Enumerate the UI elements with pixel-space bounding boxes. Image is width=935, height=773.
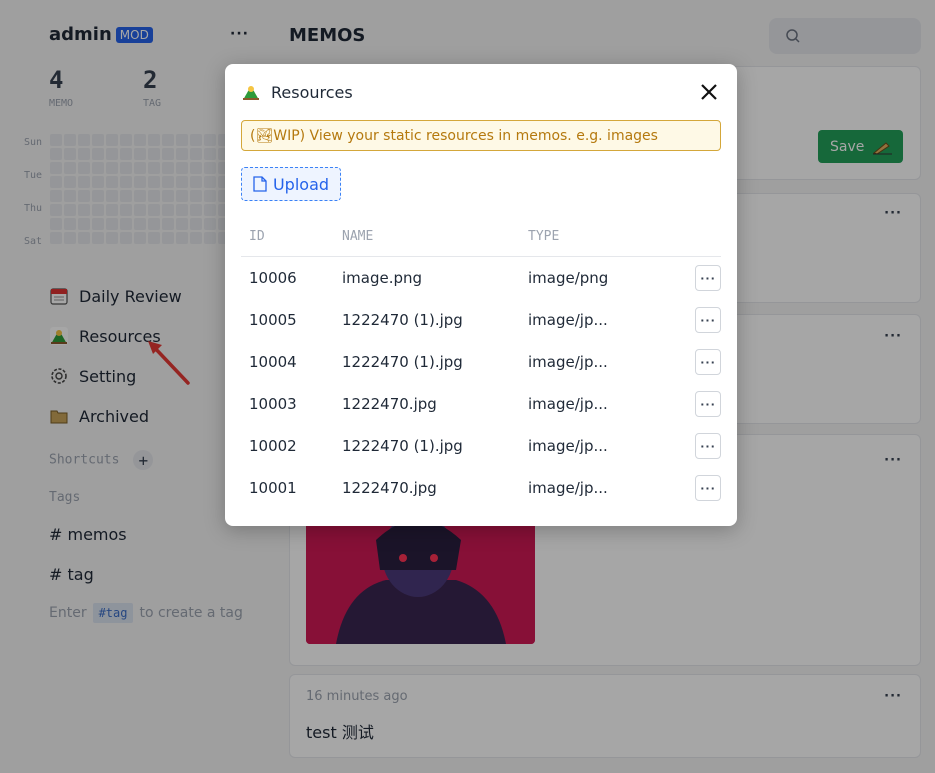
row-actions: ··· — [677, 307, 721, 333]
resource-id: 10005 — [249, 311, 297, 329]
resource-id: 10002 — [249, 437, 297, 455]
column-header-name: NAME — [342, 229, 374, 244]
row-actions: ··· — [677, 265, 721, 291]
row-actions: ··· — [677, 349, 721, 375]
row-more-button[interactable]: ··· — [695, 433, 721, 459]
resource-type: image/jp... — [528, 311, 608, 329]
resource-id: 10004 — [249, 353, 297, 371]
row-more-button[interactable]: ··· — [695, 307, 721, 333]
table-row: 10005 1222470 (1).jpg image/jp... ··· — [241, 299, 721, 341]
dialog-header: Resources — [241, 82, 353, 102]
row-actions: ··· — [677, 475, 721, 501]
table-header: ID NAME TYPE — [241, 217, 721, 257]
row-more-button[interactable]: ··· — [695, 391, 721, 417]
resource-id: 10003 — [249, 395, 297, 413]
info-banner: (🏞WIP) View your static resources in mem… — [241, 120, 721, 151]
resource-name: image.png — [342, 269, 423, 287]
table-row: 10001 1222470.jpg image/jp... ··· — [241, 467, 721, 509]
column-header-type: TYPE — [528, 229, 560, 244]
resource-name: 1222470.jpg — [342, 479, 437, 497]
resources-icon — [243, 86, 259, 100]
column-header-id: ID — [249, 229, 265, 244]
table-row: 10004 1222470 (1).jpg image/jp... ··· — [241, 341, 721, 383]
row-actions: ··· — [677, 433, 721, 459]
upload-label: Upload — [272, 174, 330, 194]
resource-type: image/jp... — [528, 353, 608, 371]
resource-name: 1222470.jpg — [342, 395, 437, 413]
row-actions: ··· — [677, 391, 721, 417]
resource-id: 10006 — [249, 269, 297, 287]
row-more-button[interactable]: ··· — [695, 349, 721, 375]
upload-button[interactable]: Upload — [241, 167, 341, 201]
row-more-button[interactable]: ··· — [695, 265, 721, 291]
dialog-title: Resources — [271, 82, 353, 102]
resource-type: image/png — [528, 269, 609, 287]
resource-id: 10001 — [249, 479, 297, 497]
resource-name: 1222470 (1).jpg — [342, 437, 463, 455]
table-body: 10006 image.png image/png ··· 10005 1222470 (… — [241, 257, 721, 509]
row-more-button[interactable]: ··· — [695, 475, 721, 501]
table-row: 10006 image.png image/png ··· — [241, 257, 721, 299]
resources-table: ID NAME TYPE 10006 image.png image/png ··· 1… — [241, 217, 721, 509]
resource-type: image/jp... — [528, 437, 608, 455]
close-button[interactable] — [699, 82, 719, 102]
file-icon — [253, 176, 267, 192]
resource-type: image/jp... — [528, 479, 608, 497]
table-row: 10003 1222470.jpg image/jp... ··· — [241, 383, 721, 425]
resources-dialog: Resources (🏞WIP) View your static resour… — [225, 64, 737, 526]
resource-name: 1222470 (1).jpg — [342, 311, 463, 329]
info-text: (🏞WIP) View your static resources in mem… — [250, 127, 658, 144]
table-row: 10002 1222470 (1).jpg image/jp... ··· — [241, 425, 721, 467]
resource-type: image/jp... — [528, 395, 608, 413]
close-icon — [701, 84, 717, 100]
resource-name: 1222470 (1).jpg — [342, 353, 463, 371]
